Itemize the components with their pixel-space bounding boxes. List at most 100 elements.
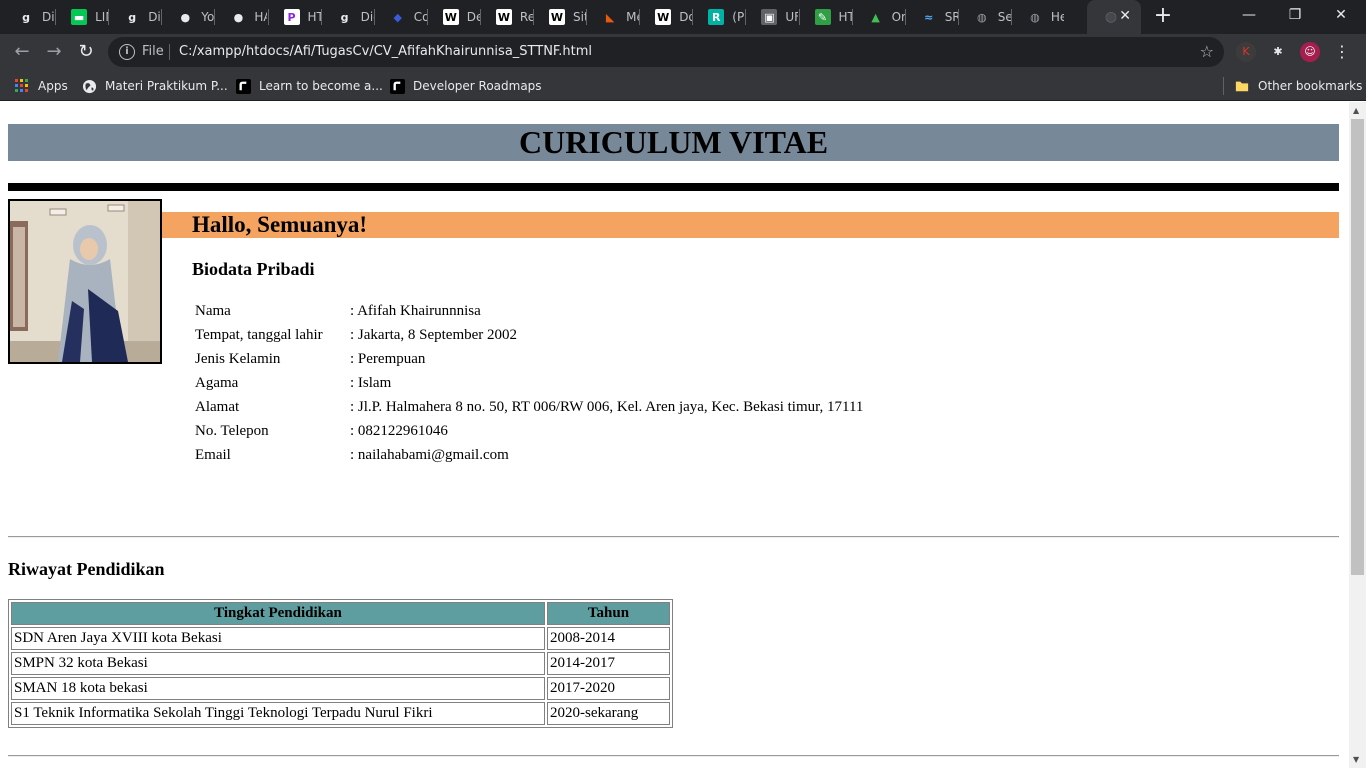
biodata-label: Alamat	[195, 399, 240, 415]
tab-separator	[1010, 9, 1012, 25]
biodata-value: : Jl.P. Halmahera 8 no. 50, RT 006/RW 00…	[350, 399, 864, 415]
other-bookmarks[interactable]: Other bookmarks	[1234, 77, 1362, 95]
browser-tab[interactable]: g Dic	[108, 0, 161, 34]
profile-photo	[8, 199, 162, 364]
letter-g-icon: g	[22, 10, 30, 24]
browser-tab[interactable]: ◍ Sel	[958, 0, 1011, 34]
scrollbar-thumb[interactable]	[1351, 119, 1364, 575]
browser-tab[interactable]: W Sit	[533, 0, 586, 34]
tab-title: Dic	[360, 10, 374, 24]
profile-avatar-icon[interactable]: ☺	[1300, 42, 1320, 62]
omnibox-divider	[169, 44, 170, 60]
browser-tab[interactable]: ◆ Co	[374, 0, 426, 34]
browser-tab[interactable]: R (PI	[692, 0, 745, 34]
browser-tab[interactable]: ▲ Or	[852, 0, 904, 34]
browser-tab[interactable]: g Dic	[2, 0, 55, 34]
tab-separator	[957, 9, 959, 25]
browser-tab[interactable]: ▣ UF	[745, 0, 798, 34]
address-bar[interactable]: i File C:/xampp/htdocs/Afi/TugasCv/CV_Af…	[108, 37, 1224, 67]
line-icon: ▬	[71, 9, 88, 25]
tab-separator	[745, 9, 747, 25]
browser-tab[interactable]: ◣ Me	[586, 0, 639, 34]
tab-title: Dic	[148, 10, 161, 24]
scroll-up-icon[interactable]: ▲	[1353, 106, 1359, 115]
tab-title: UF	[785, 10, 799, 24]
browser-tab[interactable]: W Do	[639, 0, 692, 34]
bookmark-materi-praktikum[interactable]: Materi Praktikum P...	[81, 77, 228, 95]
tab-strip: g Dic ▬ LIN g Dic ● Yo ● HA P HT g Dic ◆ Co W De W Re W Sit ◣ M…	[0, 0, 1366, 34]
biodata-label: Agama	[195, 375, 239, 391]
bookmark-star-icon[interactable]: ☆	[1200, 42, 1214, 61]
browser-tab[interactable]: W Re	[480, 0, 533, 34]
tab-separator	[586, 9, 588, 25]
bookmarks-bar: Apps Materi Praktikum P... Learn to beco…	[0, 70, 1366, 101]
reload-button[interactable]: ↻	[74, 40, 98, 64]
tab-separator	[479, 9, 481, 25]
k-extension-icon[interactable]: K	[1236, 42, 1256, 62]
scroll-down-icon[interactable]: ▼	[1353, 755, 1359, 764]
table-row: SMPN 32 kota Bekasi 2014-2017	[11, 652, 670, 675]
tab-separator	[320, 9, 322, 25]
github-icon: ●	[180, 10, 191, 24]
browser-tab[interactable]: ≈ SR	[905, 0, 958, 34]
tab-title: Sit	[573, 10, 586, 24]
tab-title: Me	[626, 10, 639, 24]
table-row: SDN Aren Jaya XVIII kota Bekasi 2008-201…	[11, 627, 670, 650]
bookmarks-divider	[1223, 77, 1224, 95]
bookmark-apps[interactable]: Apps	[14, 77, 68, 95]
education-heading: Riwayat Pendidikan	[8, 559, 165, 579]
minimize-button[interactable]: —	[1226, 0, 1272, 30]
r-logo-icon: R	[708, 9, 725, 25]
globe-icon: ◍	[1104, 9, 1118, 25]
puzzle-icon[interactable]: ✱	[1268, 42, 1288, 62]
section-divider	[8, 755, 1339, 757]
info-icon[interactable]: i	[119, 44, 135, 60]
green-mark-icon: ▲	[871, 10, 880, 24]
browser-tab[interactable]: ● Yo	[161, 0, 214, 34]
bookmark-learn-to-become[interactable]: Learn to become a...	[235, 77, 383, 95]
restore-button[interactable]: ❐	[1272, 0, 1318, 30]
tab-separator	[533, 9, 534, 25]
url-text[interactable]: C:/xampp/htdocs/Afi/TugasCv/CV_AfifahKha…	[179, 44, 592, 59]
bookmark-developer-roadmaps[interactable]: Developer Roadmaps	[389, 77, 542, 95]
tab-title: De	[466, 10, 480, 24]
column-header: Tahun	[547, 602, 670, 625]
close-tab-icon[interactable]: ✕	[1119, 8, 1131, 24]
browser-tab[interactable]: W De	[427, 0, 480, 34]
wikipedia-icon: W	[495, 9, 512, 25]
tab-separator	[373, 9, 375, 25]
tab-title: Sel	[997, 10, 1011, 24]
table-cell: 2020-sekarang	[547, 702, 670, 725]
tab-title: Dic	[42, 10, 55, 24]
letter-g-icon: g	[340, 10, 349, 24]
tab-title: Do	[679, 10, 693, 24]
tab-separator	[798, 9, 800, 25]
biodata-heading: Biodata Pribadi	[192, 259, 315, 279]
kebab-menu-icon[interactable]: ⋮	[1332, 42, 1352, 62]
browser-tab[interactable]: ● HA	[214, 0, 268, 34]
browser-tab[interactable]: ▬ LIN	[55, 0, 108, 34]
thick-divider	[8, 183, 1339, 191]
active-tab[interactable]: ◍ ✕	[1087, 0, 1141, 34]
tab-separator	[161, 9, 163, 25]
biodata-value: : nailahabami@gmail.com	[350, 447, 509, 463]
table-cell: SMAN 18 kota bekasi	[11, 677, 545, 700]
back-button[interactable]: ←	[10, 40, 34, 64]
store-icon: ▣	[761, 9, 778, 25]
browser-tab[interactable]: ◍ He	[1011, 0, 1064, 34]
forward-button[interactable]: →	[42, 40, 66, 64]
biodata-value: : Perempuan	[350, 351, 426, 367]
vertical-scrollbar[interactable]: ▲ ▼	[1349, 102, 1366, 768]
browser-tab[interactable]: g Dic	[321, 0, 374, 34]
apps-grid-icon	[14, 78, 30, 94]
close-window-button[interactable]: ✕	[1318, 0, 1364, 30]
code-icon: ✎	[814, 9, 831, 25]
new-tab-button[interactable]: +	[1151, 4, 1175, 28]
other-bookmarks-label: Other bookmarks	[1258, 79, 1363, 93]
browser-tab[interactable]: ✎ HT	[799, 0, 852, 34]
wave-icon: ≈	[924, 10, 934, 24]
browser-tab[interactable]: P HT	[268, 0, 321, 34]
bookmark-label: Developer Roadmaps	[413, 79, 542, 93]
wikipedia-icon: W	[549, 9, 565, 25]
wikipedia-icon: W	[655, 9, 672, 25]
